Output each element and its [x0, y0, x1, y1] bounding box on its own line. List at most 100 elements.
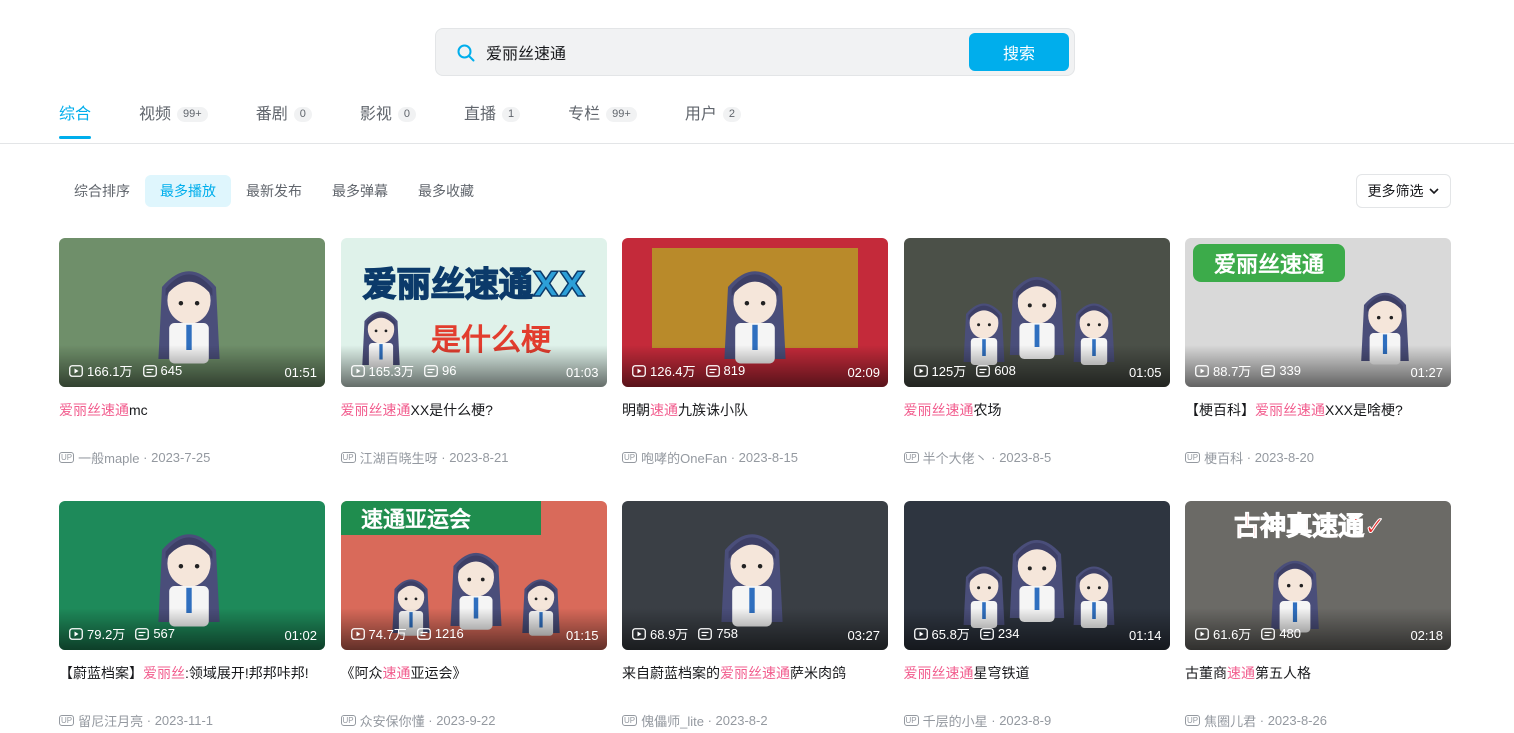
video-card[interactable]: 125万 608 01:05 爱丽丝速通农场 UP 半个大佬丶 · 2023-8-5 [903, 238, 1170, 483]
video-thumbnail[interactable]: 爱丽丝速通XX 是什么梗 165.3万 96 01:03 [340, 238, 607, 387]
title-keyword-highlight: 爱丽丝速通 [903, 665, 974, 681]
tab-3[interactable]: 影视 0 [360, 104, 416, 140]
video-card[interactable]: 爱丽丝速通XX 是什么梗 165.3万 96 01:03 爱丽丝速通XX是什么梗?… [340, 238, 607, 483]
video-card[interactable]: 65.8万 234 01:14 爱丽丝速通星穹铁道 UP 千层的小星 · 2023-… [903, 501, 1170, 733]
title-text: 萨米肉鸽 [790, 665, 846, 681]
tab-5[interactable]: 专栏 99+ [568, 104, 637, 140]
tab-label: 视频 [139, 106, 172, 123]
video-duration: 03:27 [847, 628, 880, 643]
video-title[interactable]: 爱丽丝速通星穹铁道 [904, 662, 1170, 706]
title-keyword-highlight: 爱丽丝速通 [340, 402, 411, 418]
video-title[interactable]: 《阿众速通亚运会》 [341, 662, 607, 706]
video-author[interactable]: 半个大佬丶 [923, 448, 988, 467]
video-card[interactable]: 166.1万 645 01:51 爱丽丝速通mc UP 一般maple · 2023… [59, 238, 325, 483]
video-meta: UP 千层的小星 · 2023-8-9 [903, 711, 1170, 730]
more-filter-button[interactable]: 更多筛选 [1356, 174, 1451, 208]
video-author[interactable]: 傀儡师_lite [641, 711, 704, 730]
video-author[interactable]: 千层的小星 [923, 711, 988, 730]
video-thumbnail[interactable]: 126.4万 819 02:09 [622, 238, 888, 387]
view-count-value: 125万 [931, 364, 967, 379]
view-count: 65.8万 [913, 624, 970, 643]
tab-label: 用户 [684, 106, 717, 123]
video-card[interactable]: 爱丽丝速通 88.7万 339 01:27 【梗百科】爱丽丝速通XXX是啥梗? UP… [1185, 238, 1451, 483]
tab-count-badge: 1 [502, 107, 521, 122]
video-meta: UP 半个大佬丶 · 2023-8-5 [903, 448, 1170, 467]
meta-separator: · [437, 450, 450, 465]
tab-1[interactable]: 视频 99+ [139, 104, 208, 140]
play-count-icon [69, 627, 83, 640]
video-title[interactable]: 爱丽丝速通mc [59, 399, 325, 443]
video-thumbnail[interactable]: 125万 608 01:05 [903, 238, 1170, 387]
meta-separator: · [703, 713, 716, 728]
video-title[interactable]: 爱丽丝速通XX是什么梗? [341, 399, 607, 443]
video-thumbnail[interactable]: 古神真速通✓ 61.6万 480 02:18 [1185, 501, 1451, 650]
sort-option-4[interactable]: 最多收藏 [403, 175, 489, 207]
tab-label: 专栏 [568, 106, 601, 123]
video-title[interactable]: 爱丽丝速通农场 [904, 399, 1170, 443]
video-title[interactable]: 【蔚蓝档案】爱丽丝:领域展开!邦邦咔邦! [59, 662, 325, 706]
video-title[interactable]: 【梗百科】爱丽丝速通XXX是啥梗? [1185, 399, 1451, 443]
video-author[interactable]: 咆哮的OneFan [641, 448, 727, 467]
tab-label: 综合 [59, 106, 92, 123]
video-author[interactable]: 江湖百晓生呀 [360, 448, 438, 467]
video-card[interactable]: 速通亚运会 74.7万 1216 01:15 《阿众速通亚运会》 UP 众安保你… [340, 501, 607, 733]
up-badge-icon: UP [903, 452, 919, 463]
view-count: 165.3万 [350, 361, 414, 380]
danmaku-icon [1261, 627, 1276, 640]
view-count: 126.4万 [632, 361, 696, 380]
video-title[interactable]: 古董商速通第五人格 [1185, 662, 1451, 706]
video-meta: UP 梗百科 · 2023-8-20 [1185, 448, 1451, 467]
svg-text:爱丽丝速通: 爱丽丝速通 [1214, 252, 1324, 278]
meta-separator: · [139, 450, 152, 465]
video-author[interactable]: 梗百科 [1204, 448, 1243, 467]
danmaku-count-value: 480 [1279, 626, 1302, 641]
tab-6[interactable]: 用户 2 [685, 104, 741, 140]
video-stats: 68.9万 758 [632, 624, 748, 643]
search-button[interactable]: 搜索 [969, 33, 1069, 71]
video-card[interactable]: 79.2万 567 01:02 【蔚蓝档案】爱丽丝:领域展开!邦邦咔邦! UP 留尼… [59, 501, 325, 733]
danmaku-count: 1216 [416, 626, 464, 641]
title-text: 来自蔚蓝档案的 [622, 665, 720, 681]
video-title[interactable]: 来自蔚蓝档案的爱丽丝速通萨米肉鸽 [622, 662, 888, 706]
video-card[interactable]: 古神真速通✓ 61.6万 480 02:18 古董商速通第五人格 UP 焦圈儿君 ·… [1185, 501, 1451, 733]
video-author[interactable]: 留尼汪月亮 [78, 711, 143, 730]
video-meta: UP 焦圈儿君 · 2023-8-26 [1185, 711, 1451, 730]
danmaku-count: 480 [1261, 626, 1301, 641]
up-badge-icon: UP [903, 715, 919, 726]
sort-option-0[interactable]: 综合排序 [59, 175, 145, 207]
video-date: 2023-7-25 [151, 450, 211, 465]
video-thumbnail[interactable]: 166.1万 645 01:51 [59, 238, 325, 387]
danmaku-count-value: 608 [994, 363, 1016, 378]
danmaku-count: 234 [979, 626, 1020, 641]
video-card[interactable]: 68.9万 758 03:27 来自蔚蓝档案的爱丽丝速通萨米肉鸽 UP 傀儡师_li… [622, 501, 888, 733]
up-badge-icon: UP [622, 452, 638, 463]
sort-option-1[interactable]: 最多播放 [145, 175, 231, 207]
video-date: 2023-8-2 [715, 713, 768, 728]
video-author[interactable]: 一般maple [78, 448, 139, 467]
video-date: 2023-8-20 [1254, 450, 1314, 465]
meta-separator: · [1243, 450, 1255, 465]
svg-text:速通亚运会: 速通亚运会 [360, 507, 470, 533]
tab-2[interactable]: 番剧 0 [256, 104, 312, 140]
video-card[interactable]: 126.4万 819 02:09 明朝速通九族诛小队 UP 咆哮的OneFan · … [622, 238, 888, 483]
meta-separator: · [987, 713, 1000, 728]
meta-separator: · [987, 450, 1000, 465]
title-text: 第五人格 [1255, 665, 1311, 681]
video-duration: 01:05 [1128, 365, 1162, 380]
video-thumbnail[interactable]: 79.2万 567 01:02 [59, 501, 325, 650]
tab-4[interactable]: 直播 1 [464, 104, 521, 140]
video-thumbnail[interactable]: 68.9万 758 03:27 [622, 501, 888, 650]
sort-option-3[interactable]: 最多弹幕 [317, 175, 403, 207]
tab-0[interactable]: 综合 [59, 104, 92, 140]
search-input[interactable] [486, 29, 946, 75]
video-author[interactable]: 众安保你懂 [360, 711, 425, 730]
video-title[interactable]: 明朝速通九族诛小队 [622, 399, 888, 443]
video-stats: 65.8万 234 [913, 624, 1030, 643]
video-author[interactable]: 焦圈儿君 [1204, 711, 1256, 730]
video-thumbnail[interactable]: 65.8万 234 01:14 [903, 501, 1170, 650]
video-thumbnail[interactable]: 爱丽丝速通 88.7万 339 01:27 [1185, 238, 1451, 387]
sort-option-2[interactable]: 最新发布 [231, 175, 317, 207]
view-count-value: 166.1万 [87, 364, 133, 379]
play-count-icon [1195, 364, 1209, 377]
video-thumbnail[interactable]: 速通亚运会 74.7万 1216 01:15 [340, 501, 607, 650]
